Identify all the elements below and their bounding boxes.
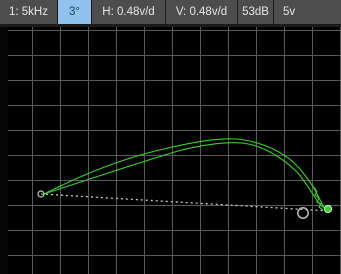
reference-marker-icon[interactable]: [297, 207, 309, 219]
rotation-cell[interactable]: 3°: [58, 0, 92, 24]
horizontal-gain-cell[interactable]: H: 0.48v/d: [92, 0, 166, 24]
plot-canvas: [8, 27, 341, 274]
left-margin: [0, 27, 8, 274]
frequency-cell[interactable]: 1: 5kHz: [0, 0, 58, 24]
drive-voltage-cell[interactable]: 5v: [274, 0, 341, 24]
grid: [8, 27, 341, 274]
signal-plot[interactable]: [8, 27, 341, 274]
reference-line: [40, 193, 331, 212]
live-marker-icon[interactable]: [323, 204, 333, 214]
gain-db-cell[interactable]: 53dB: [238, 0, 274, 24]
status-bar: 1: 5kHz 3° H: 0.48v/d V: 0.48v/d 53dB 5v: [0, 0, 341, 24]
vertical-gain-cell[interactable]: V: 0.48v/d: [166, 0, 238, 24]
impedance-plane-display: 1: 5kHz 3° H: 0.48v/d V: 0.48v/d 53dB 5v: [0, 0, 341, 274]
